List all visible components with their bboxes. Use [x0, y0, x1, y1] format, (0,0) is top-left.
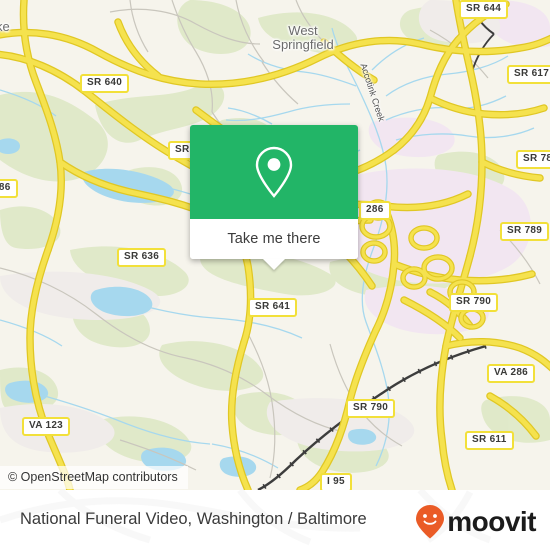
road-shield[interactable]: SR 611 [465, 431, 514, 450]
road-shield[interactable]: VA 286 [487, 364, 536, 383]
screenshot-root: ke West Springfield Accotink Creek SR 64… [0, 0, 550, 550]
road-shield[interactable]: VA 123 [22, 417, 71, 436]
road-shield[interactable]: SR 790 [449, 293, 499, 312]
map-pin-icon [255, 146, 293, 198]
page-title: National Funeral Video, Washington / Bal… [20, 510, 367, 528]
road-shield[interactable]: 286 [359, 201, 391, 220]
road-shield[interactable]: SR 640 [80, 74, 130, 93]
road-shield[interactable]: SR 78 [516, 150, 550, 169]
place-label: ke [0, 19, 10, 34]
popup-card-header [190, 125, 358, 219]
road-shield[interactable]: I 95 [320, 473, 352, 490]
moovit-wordmark: moovit [447, 506, 536, 537]
road-shield[interactable]: SR 617 [507, 65, 550, 84]
take-me-there-label: Take me there [227, 231, 321, 247]
moovit-smiley-pin-icon [416, 505, 445, 539]
place-label: West Springfield [272, 23, 334, 52]
road-shield[interactable]: SR 790 [346, 399, 396, 418]
osm-attribution[interactable]: © OpenStreetMap contributors [0, 466, 188, 489]
road-shield[interactable]: SR 644 [459, 0, 509, 19]
location-popup-card[interactable]: Take me there [190, 125, 358, 270]
popup-card-pointer [263, 259, 285, 270]
road-shield[interactable]: 286 [0, 179, 18, 198]
road-shield[interactable]: SR 636 [117, 248, 167, 267]
road-shield[interactable]: SR 789 [500, 222, 550, 241]
take-me-there-button[interactable]: Take me there [190, 219, 358, 270]
road-shield[interactable]: SR 641 [248, 298, 298, 317]
moovit-logo[interactable]: moovit [415, 504, 536, 540]
bottom-info-bar: National Funeral Video, Washington / Bal… [0, 490, 550, 550]
